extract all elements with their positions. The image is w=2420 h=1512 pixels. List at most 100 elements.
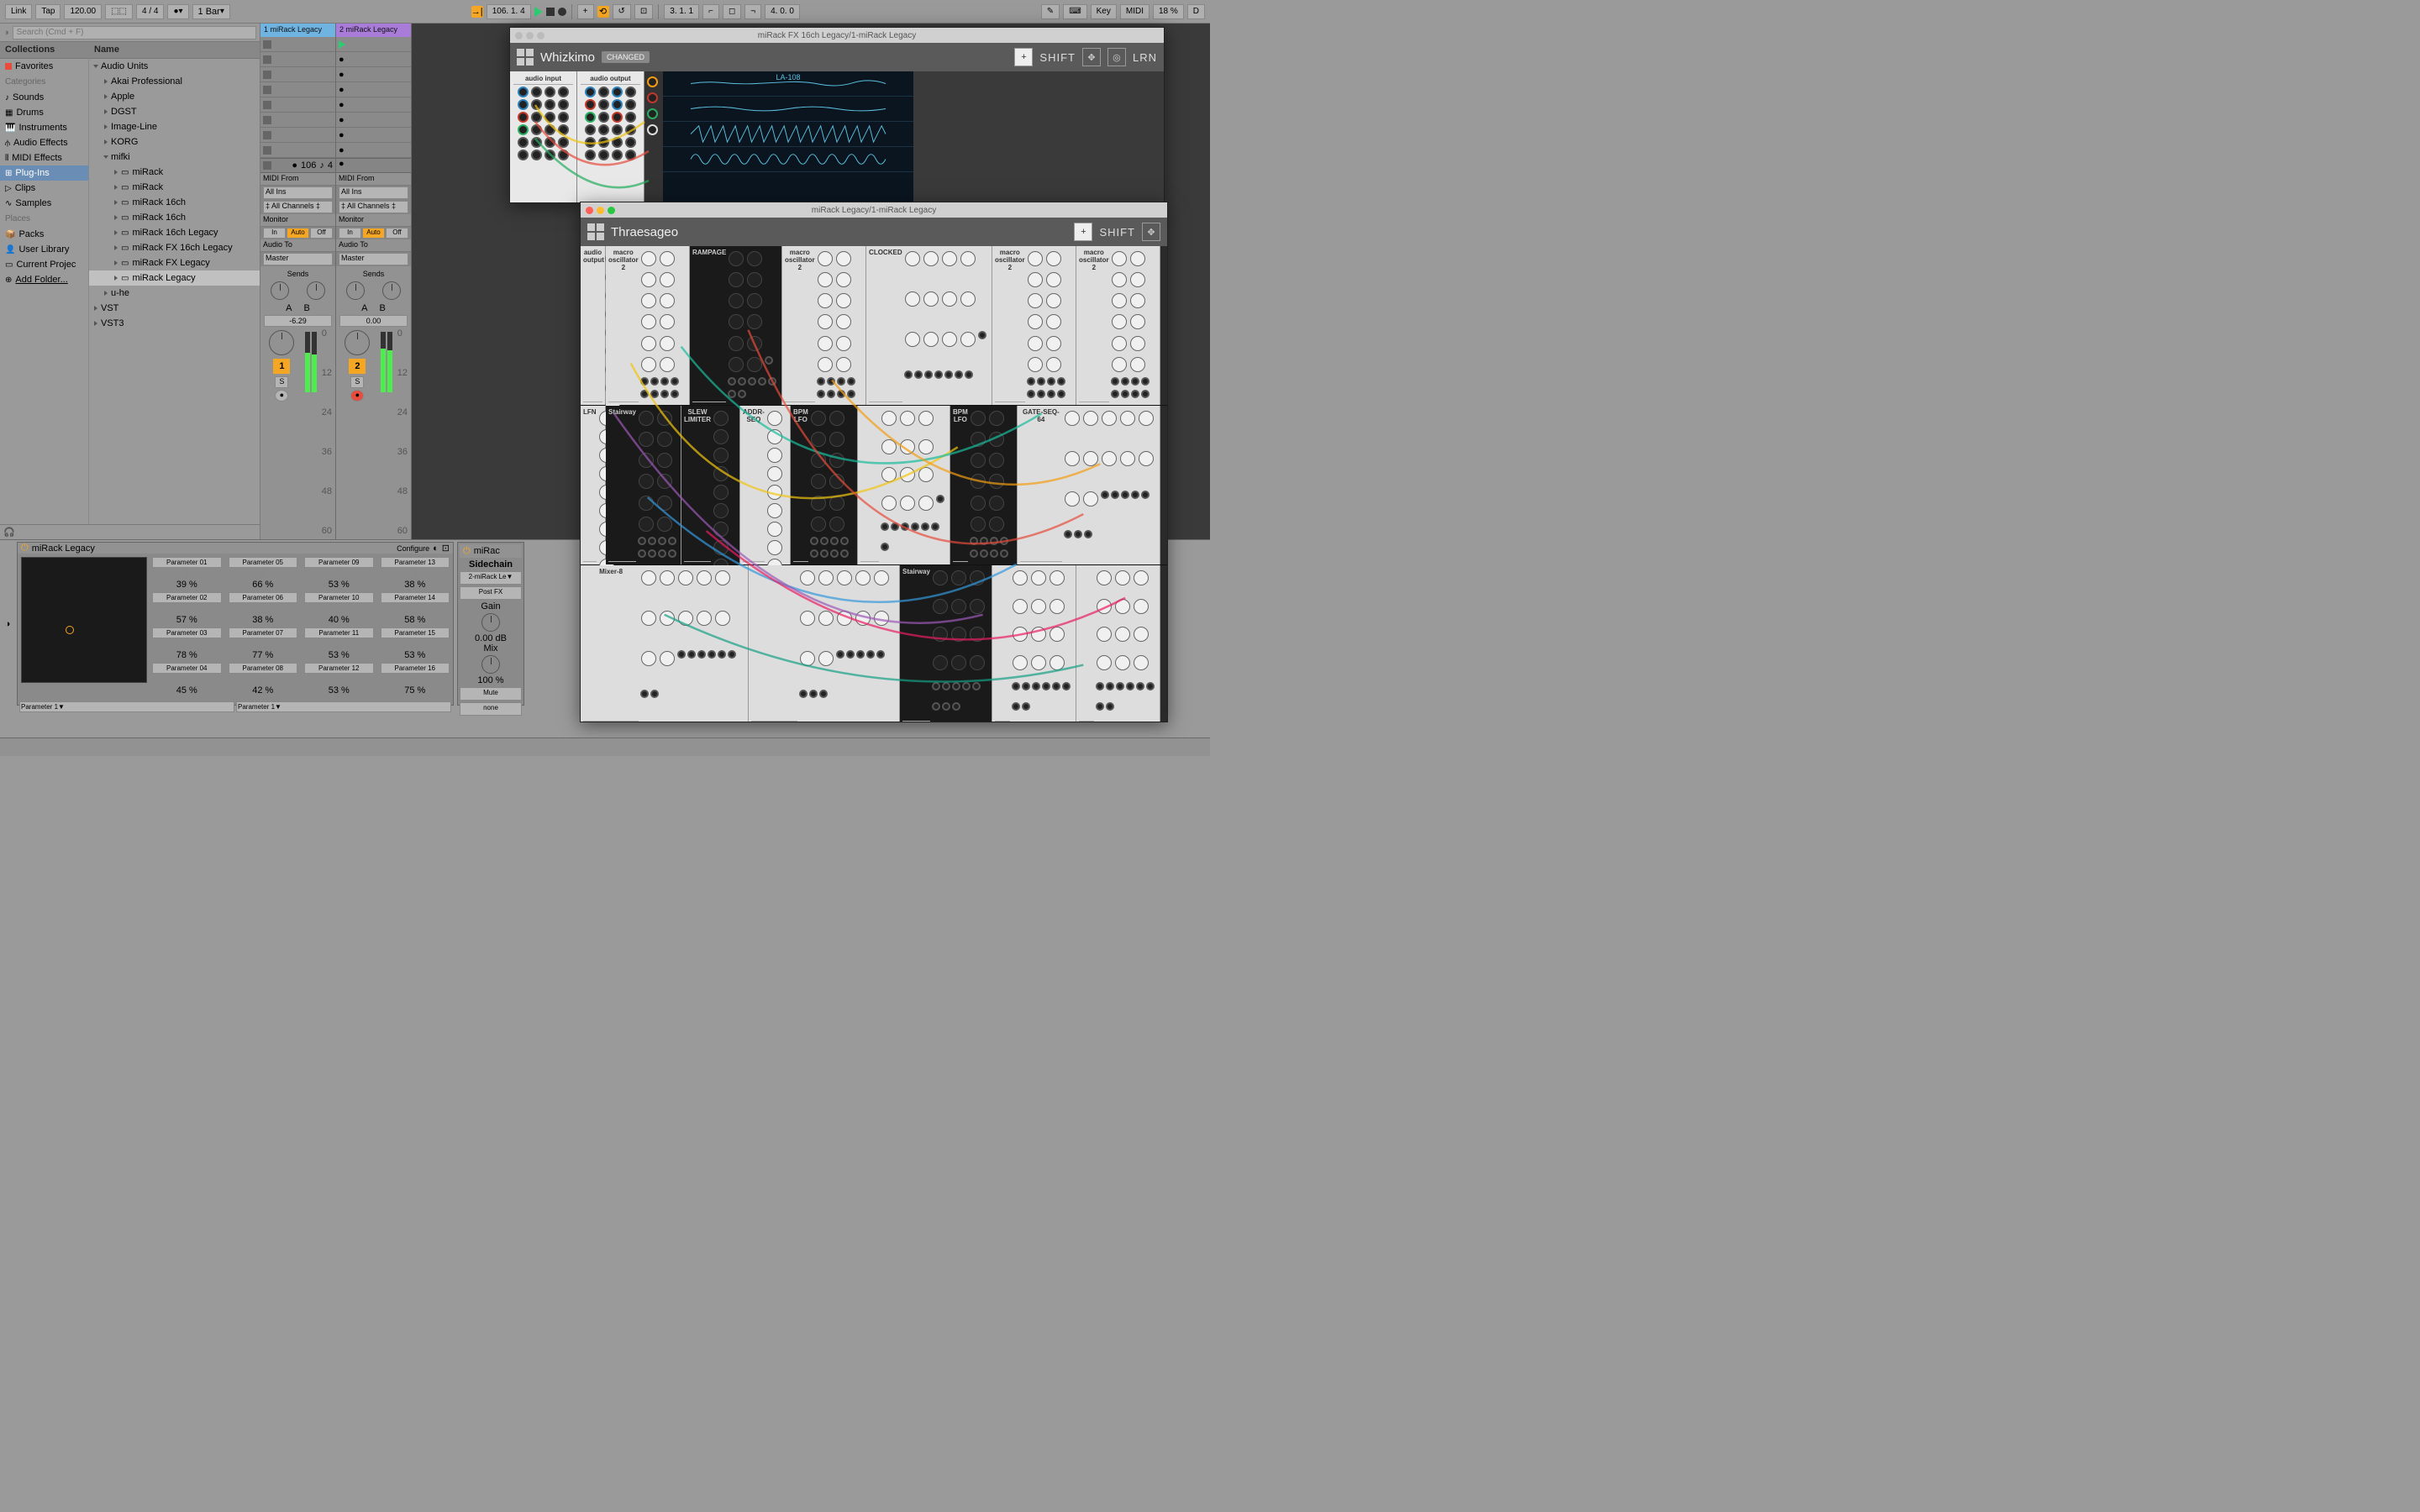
draw-icon[interactable]: ✎: [1041, 4, 1060, 19]
clip-slot[interactable]: ●: [336, 82, 411, 97]
tree-apple[interactable]: Apple: [89, 89, 260, 104]
jack[interactable]: [531, 99, 542, 110]
knob[interactable]: [660, 293, 675, 308]
jack[interactable]: [558, 99, 569, 110]
jack[interactable]: [1136, 682, 1144, 690]
module-macro-oscillator-2[interactable]: macro oscillator 2: [992, 246, 1076, 405]
knob[interactable]: [829, 474, 844, 489]
jack[interactable]: [970, 537, 978, 545]
knob[interactable]: [971, 453, 986, 468]
jack[interactable]: [668, 537, 676, 545]
jack[interactable]: [840, 537, 849, 545]
jack[interactable]: [1027, 390, 1035, 398]
track-stop-button[interactable]: ●: [339, 159, 345, 169]
knob[interactable]: [641, 314, 656, 329]
module-bpm-lfo[interactable]: BPM LFO: [791, 406, 858, 564]
jack[interactable]: [1131, 377, 1139, 386]
jack[interactable]: [965, 370, 973, 379]
knob[interactable]: [1013, 627, 1028, 642]
midi-from-select[interactable]: All Ins: [339, 186, 408, 199]
tree-audio-units[interactable]: Audio Units: [89, 59, 260, 74]
knob[interactable]: [989, 432, 1004, 447]
minimize-icon[interactable]: [597, 207, 604, 214]
jack[interactable]: [648, 537, 656, 545]
clip-slot[interactable]: ●: [336, 128, 411, 143]
window-titlebar[interactable]: miRack FX 16ch Legacy/1-miRack Legacy: [510, 28, 1164, 43]
knob[interactable]: [942, 251, 957, 266]
jack[interactable]: [1106, 702, 1114, 711]
knob[interactable]: [836, 357, 851, 372]
clip-slot[interactable]: [260, 128, 335, 143]
zoom-icon[interactable]: [537, 32, 544, 39]
tree-mirack-legacy[interactable]: ▭ miRack Legacy: [89, 270, 260, 286]
sc-source-select[interactable]: 2-miRack Le▼: [460, 571, 522, 585]
knob[interactable]: [1028, 357, 1043, 372]
knob[interactable]: [641, 293, 656, 308]
drums-item[interactable]: ▦ Drums: [0, 105, 88, 120]
knob[interactable]: [1013, 570, 1028, 585]
knob[interactable]: [657, 411, 672, 426]
none-select[interactable]: none: [460, 702, 522, 716]
param-value[interactable]: 45 %: [152, 685, 222, 696]
knob[interactable]: [1134, 627, 1149, 642]
tree-vst[interactable]: VST: [89, 301, 260, 316]
param-slider-icon[interactable]: △: [152, 568, 222, 579]
knob[interactable]: [1028, 336, 1043, 351]
audio-to-select[interactable]: Master: [263, 253, 333, 265]
instruments-item[interactable]: 🎹 Instruments: [0, 120, 88, 135]
jack[interactable]: [827, 377, 835, 386]
jack[interactable]: [1022, 682, 1030, 690]
jack[interactable]: [990, 537, 998, 545]
jack[interactable]: [1101, 491, 1109, 499]
jack[interactable]: [585, 150, 596, 160]
knob[interactable]: [660, 357, 675, 372]
jack[interactable]: [955, 370, 963, 379]
param-value[interactable]: 38 %: [381, 579, 450, 591]
jack[interactable]: [650, 690, 659, 698]
jack[interactable]: [1111, 390, 1119, 398]
jack[interactable]: [1000, 549, 1008, 558]
audio-to-select[interactable]: Master: [339, 253, 408, 265]
knob[interactable]: [639, 453, 654, 468]
jack[interactable]: [847, 377, 855, 386]
knob[interactable]: [1028, 293, 1043, 308]
knob[interactable]: [1102, 451, 1117, 466]
clip-slot[interactable]: ●: [336, 67, 411, 82]
knob[interactable]: [657, 453, 672, 468]
knob[interactable]: [1120, 451, 1135, 466]
knob[interactable]: [829, 496, 844, 511]
knob[interactable]: [918, 496, 934, 511]
knob[interactable]: [1028, 251, 1043, 266]
knob[interactable]: [767, 466, 782, 481]
param-value[interactable]: 66 %: [229, 579, 298, 591]
param-slider-icon[interactable]: △: [304, 638, 374, 649]
jack[interactable]: [558, 124, 569, 135]
jack[interactable]: [810, 537, 818, 545]
jack[interactable]: [677, 650, 686, 659]
jack[interactable]: [830, 549, 839, 558]
knob[interactable]: [1013, 599, 1028, 614]
jack[interactable]: [687, 650, 696, 659]
knob[interactable]: [1083, 451, 1098, 466]
knob[interactable]: [905, 291, 920, 307]
knob[interactable]: [971, 474, 986, 489]
jack[interactable]: [531, 112, 542, 123]
jack[interactable]: [1141, 377, 1150, 386]
knob[interactable]: [1102, 411, 1117, 426]
knob[interactable]: [641, 357, 656, 372]
detail-toggle-icon[interactable]: ◑: [5, 619, 11, 629]
jack[interactable]: [840, 549, 849, 558]
jack[interactable]: [1062, 682, 1071, 690]
knob[interactable]: [657, 474, 672, 489]
jack[interactable]: [544, 99, 555, 110]
reenable-icon[interactable]: ↺: [613, 4, 631, 19]
knob[interactable]: [874, 611, 889, 626]
knob[interactable]: [713, 429, 729, 444]
jack[interactable]: [1022, 702, 1030, 711]
jack[interactable]: [671, 390, 679, 398]
knob[interactable]: [1050, 570, 1065, 585]
track-num[interactable]: 2: [349, 359, 366, 374]
knob[interactable]: [970, 599, 985, 614]
knob[interactable]: [881, 439, 897, 454]
scope-in-4[interactable]: [647, 124, 658, 135]
